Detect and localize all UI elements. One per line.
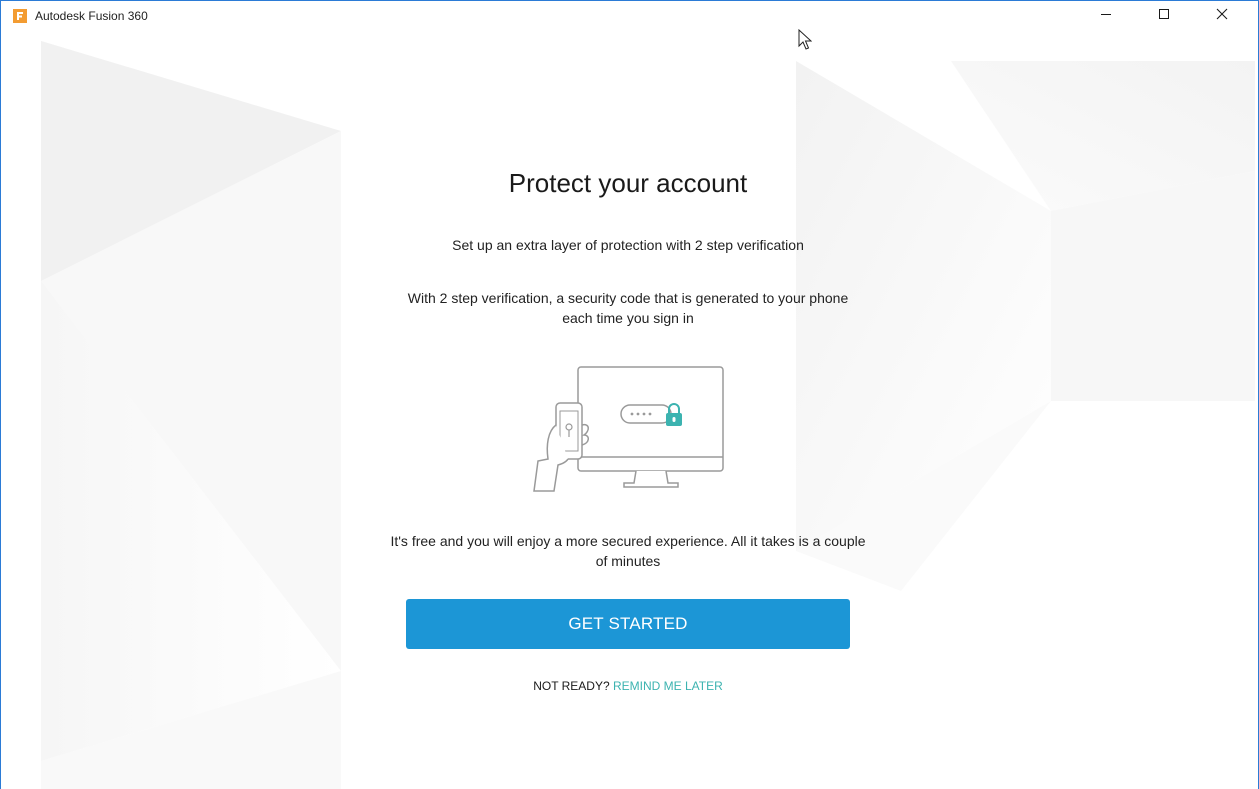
description-text: With 2 step verification, a security cod…: [407, 290, 849, 326]
not-ready-label: NOT READY?: [533, 679, 610, 693]
minimize-icon: [1100, 7, 1112, 25]
two-step-verification-panel: Protect your account Set up an extra lay…: [1, 31, 1258, 789]
phone-icon: [533, 402, 589, 492]
monitor-icon: [577, 366, 724, 488]
remind-later-row: NOT READY? REMIND ME LATER: [1, 679, 1255, 693]
minimize-button[interactable]: [1083, 1, 1129, 31]
page-title: Protect your account: [508, 168, 748, 198]
fusion-app-icon: [13, 9, 27, 23]
maximize-button[interactable]: [1141, 1, 1187, 31]
app-window: Autodesk Fusion 360 Protect your account…: [0, 0, 1259, 789]
close-icon: [1216, 7, 1228, 25]
subtitle-text: Set up an extra layer of protection with…: [452, 237, 804, 253]
maximize-icon: [1158, 7, 1170, 25]
close-button[interactable]: [1199, 1, 1245, 31]
verification-illustration: [526, 365, 731, 495]
get-started-button[interactable]: GET STARTED: [406, 599, 850, 649]
remind-me-later-link[interactable]: REMIND ME LATER: [613, 679, 723, 693]
note-text: It's free and you will enjoy a more secu…: [390, 533, 866, 569]
title-bar[interactable]: Autodesk Fusion 360: [1, 1, 1258, 31]
window-title: Autodesk Fusion 360: [35, 9, 148, 23]
mouse-cursor-icon: [798, 28, 813, 56]
